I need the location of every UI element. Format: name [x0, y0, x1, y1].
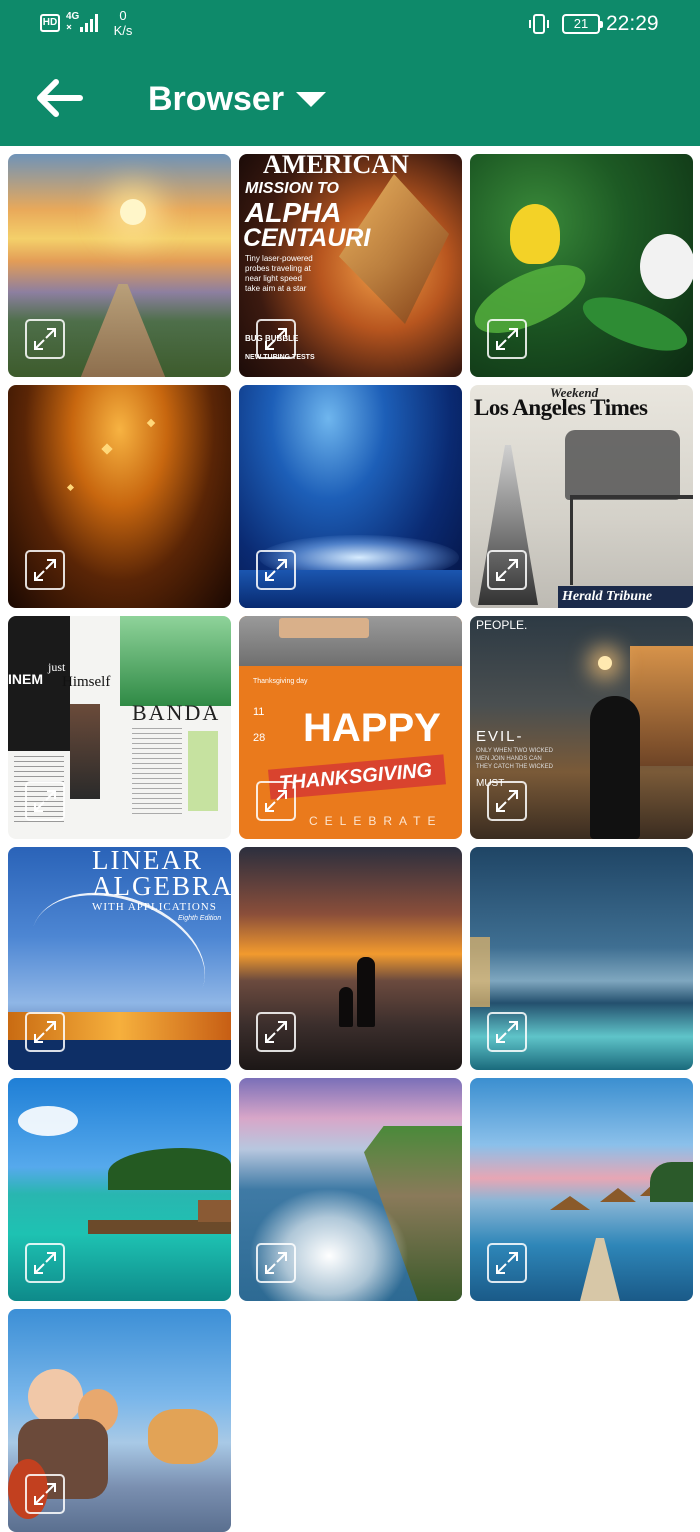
- spread-headline: Himself: [62, 674, 111, 690]
- expand-icon[interactable]: [25, 781, 65, 821]
- image-tile[interactable]: [470, 847, 693, 1070]
- signal-icon: 4G: [66, 12, 102, 34]
- expand-icon[interactable]: [256, 319, 296, 359]
- expand-icon[interactable]: [25, 1474, 65, 1514]
- image-tile[interactable]: Thanksgiving day 11 28 HAPPY THANKSGIVIN…: [239, 616, 462, 839]
- expand-icon[interactable]: [256, 1012, 296, 1052]
- clock: 22:29: [606, 12, 659, 35]
- caret-down-icon: [296, 91, 327, 107]
- poster-quote: ONLY WHEN TWO WICKED: [476, 748, 554, 754]
- image-tile[interactable]: LINEAR ALGEBRA WITH APPLICATIONS Eighth …: [8, 847, 231, 1070]
- data-speed-value: 0: [119, 8, 127, 23]
- vibrate-icon: [527, 12, 551, 36]
- expand-icon[interactable]: [487, 781, 527, 821]
- image-tile[interactable]: [8, 385, 231, 608]
- expand-icon[interactable]: [256, 781, 296, 821]
- expand-icon[interactable]: [25, 1012, 65, 1052]
- card-date: 28: [253, 732, 266, 744]
- subheading-line: Tiny laser-powered: [245, 254, 313, 263]
- data-speed: 0 K/s: [110, 8, 136, 38]
- subheading-line: near light speed: [245, 274, 302, 283]
- card-greeting: HAPPY: [303, 706, 441, 750]
- newspaper-masthead: Los Angeles Times: [474, 395, 648, 420]
- spread-title: BANDA: [132, 700, 221, 725]
- app-bar: Browser: [0, 50, 700, 146]
- subheading-line: take aim at a star: [245, 284, 307, 293]
- hd-badge: HD: [40, 14, 60, 32]
- card-caption: Thanksgiving day: [253, 678, 308, 685]
- image-tile[interactable]: [239, 847, 462, 1070]
- expand-icon[interactable]: [25, 550, 65, 590]
- data-speed-unit: K/s: [113, 23, 133, 38]
- image-tile[interactable]: [470, 154, 693, 377]
- expand-icon[interactable]: [25, 319, 65, 359]
- subheading-line: probes traveling at: [245, 264, 311, 273]
- book-edition: Eighth Edition: [178, 915, 222, 922]
- image-tile[interactable]: [8, 1078, 231, 1301]
- expand-icon[interactable]: [25, 1243, 65, 1283]
- image-tile[interactable]: PEOPLE. EVIL- ONLY WHEN TWO WICKED MEN J…: [470, 616, 693, 839]
- magazine-masthead: AMERICAN: [263, 154, 409, 179]
- image-grid: AMERICAN MISSION TO ALPHA CENTAURI Tiny …: [8, 154, 698, 1532]
- newspaper-footer: Herald Tribune: [562, 589, 653, 604]
- status-bar: HD 4G 0 K/s 21 22:29: [0, 0, 700, 50]
- card-footer: CELEBRATE: [309, 814, 443, 828]
- arrow-left-icon: [37, 79, 83, 117]
- poster-quote: MEN JOIN HANDS CAN: [476, 756, 542, 762]
- spread-headline: just: [48, 660, 66, 674]
- spread-headline: INEM: [8, 671, 43, 687]
- expand-icon[interactable]: [487, 319, 527, 359]
- title-dropdown[interactable]: Browser: [148, 74, 327, 124]
- image-tile[interactable]: INEM just Himself BANDA: [8, 616, 231, 839]
- headline-line: MISSION TO: [245, 180, 339, 197]
- image-tile[interactable]: [470, 1078, 693, 1301]
- expand-icon[interactable]: [487, 1012, 527, 1052]
- image-tile[interactable]: [239, 1078, 462, 1301]
- expand-icon[interactable]: [487, 1243, 527, 1283]
- card-date: 11: [253, 706, 265, 718]
- poster-heading: PEOPLE.: [476, 618, 528, 632]
- expand-icon[interactable]: [487, 550, 527, 590]
- poster-title: EVIL-: [476, 728, 524, 745]
- image-tile[interactable]: [239, 385, 462, 608]
- page-title: Browser: [148, 80, 285, 118]
- back-button[interactable]: [28, 72, 88, 124]
- image-tile[interactable]: AMERICAN MISSION TO ALPHA CENTAURI Tiny …: [239, 154, 462, 377]
- image-tile[interactable]: Weekend Los Angeles Times Herald Tribune: [470, 385, 693, 608]
- battery-icon: 21: [562, 14, 603, 34]
- image-tile[interactable]: [8, 1309, 231, 1532]
- image-tile[interactable]: [8, 154, 231, 377]
- expand-icon[interactable]: [256, 1243, 296, 1283]
- poster-quote: THEY CATCH THE WICKED: [476, 764, 554, 770]
- headline-line: CENTAURI: [243, 224, 371, 252]
- expand-icon[interactable]: [256, 550, 296, 590]
